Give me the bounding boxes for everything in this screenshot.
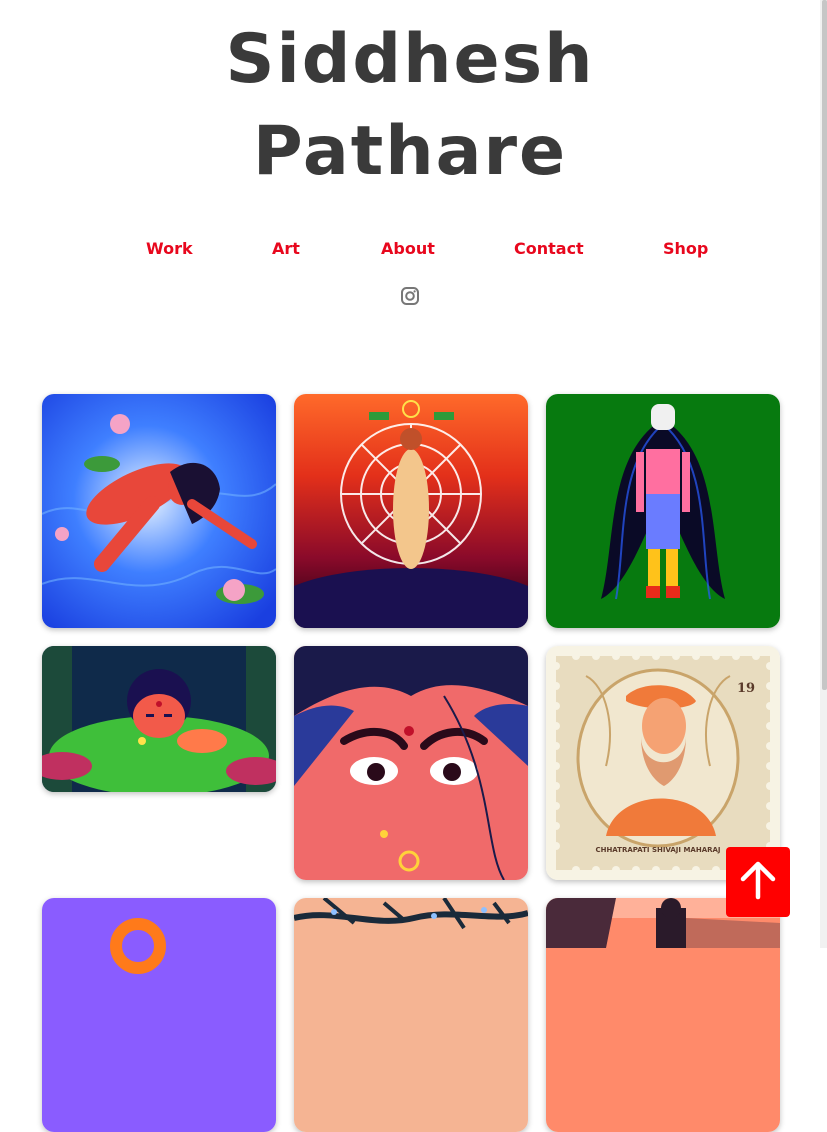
- arrow-up-icon: [740, 861, 776, 900]
- spider-web-artwork: [294, 394, 528, 628]
- stamp-caption: CHHATRAPATI SHIVAJI MAHARAJ: [595, 846, 720, 854]
- scrollbar-thumb[interactable]: [822, 0, 827, 690]
- back-to-top-button[interactable]: [726, 847, 790, 917]
- site-title-line1[interactable]: Siddhesh: [0, 14, 820, 106]
- lotus-pond-artwork: [42, 394, 276, 628]
- nav-about[interactable]: About: [381, 238, 435, 260]
- gallery-item-lotus-pond[interactable]: [42, 394, 276, 628]
- branches-artwork: [294, 898, 528, 1132]
- gallery-item-postage-stamp[interactable]: 19 CHHATRAPATI SHIVAJI MAHARAJ: [546, 646, 780, 880]
- site-title-line2[interactable]: Pathare: [0, 106, 820, 198]
- nav-contact[interactable]: Contact: [514, 238, 584, 260]
- orange-sun-artwork: [42, 898, 276, 1132]
- nav-shop[interactable]: Shop: [663, 238, 708, 260]
- gallery-item-spider-web[interactable]: [294, 394, 528, 628]
- stamp-number: 19: [737, 681, 755, 696]
- nav-work[interactable]: Work: [146, 238, 193, 260]
- gallery-item-forest-clearing[interactable]: [42, 646, 276, 792]
- sunset-artwork: [546, 898, 780, 1132]
- masked-figure-artwork: [546, 394, 780, 628]
- face-closeup-artwork: [294, 646, 528, 880]
- forest-clearing-artwork: [42, 646, 276, 792]
- gallery-item-masked-figure[interactable]: [546, 394, 780, 628]
- scrollbar[interactable]: [820, 0, 827, 948]
- gallery-item-face-closeup[interactable]: [294, 646, 528, 880]
- main-nav: Work Art About Contact Shop: [0, 238, 827, 262]
- gallery-item-orange-sun[interactable]: [42, 898, 276, 1132]
- gallery-item-sunset[interactable]: [546, 898, 780, 1132]
- gallery-item-branches[interactable]: [294, 898, 528, 1132]
- postage-stamp-artwork: 19 CHHATRAPATI SHIVAJI MAHARAJ: [546, 646, 780, 880]
- nav-art[interactable]: Art: [272, 238, 300, 260]
- instagram-icon[interactable]: [401, 287, 419, 305]
- site-title[interactable]: Siddhesh Pathare: [0, 14, 820, 198]
